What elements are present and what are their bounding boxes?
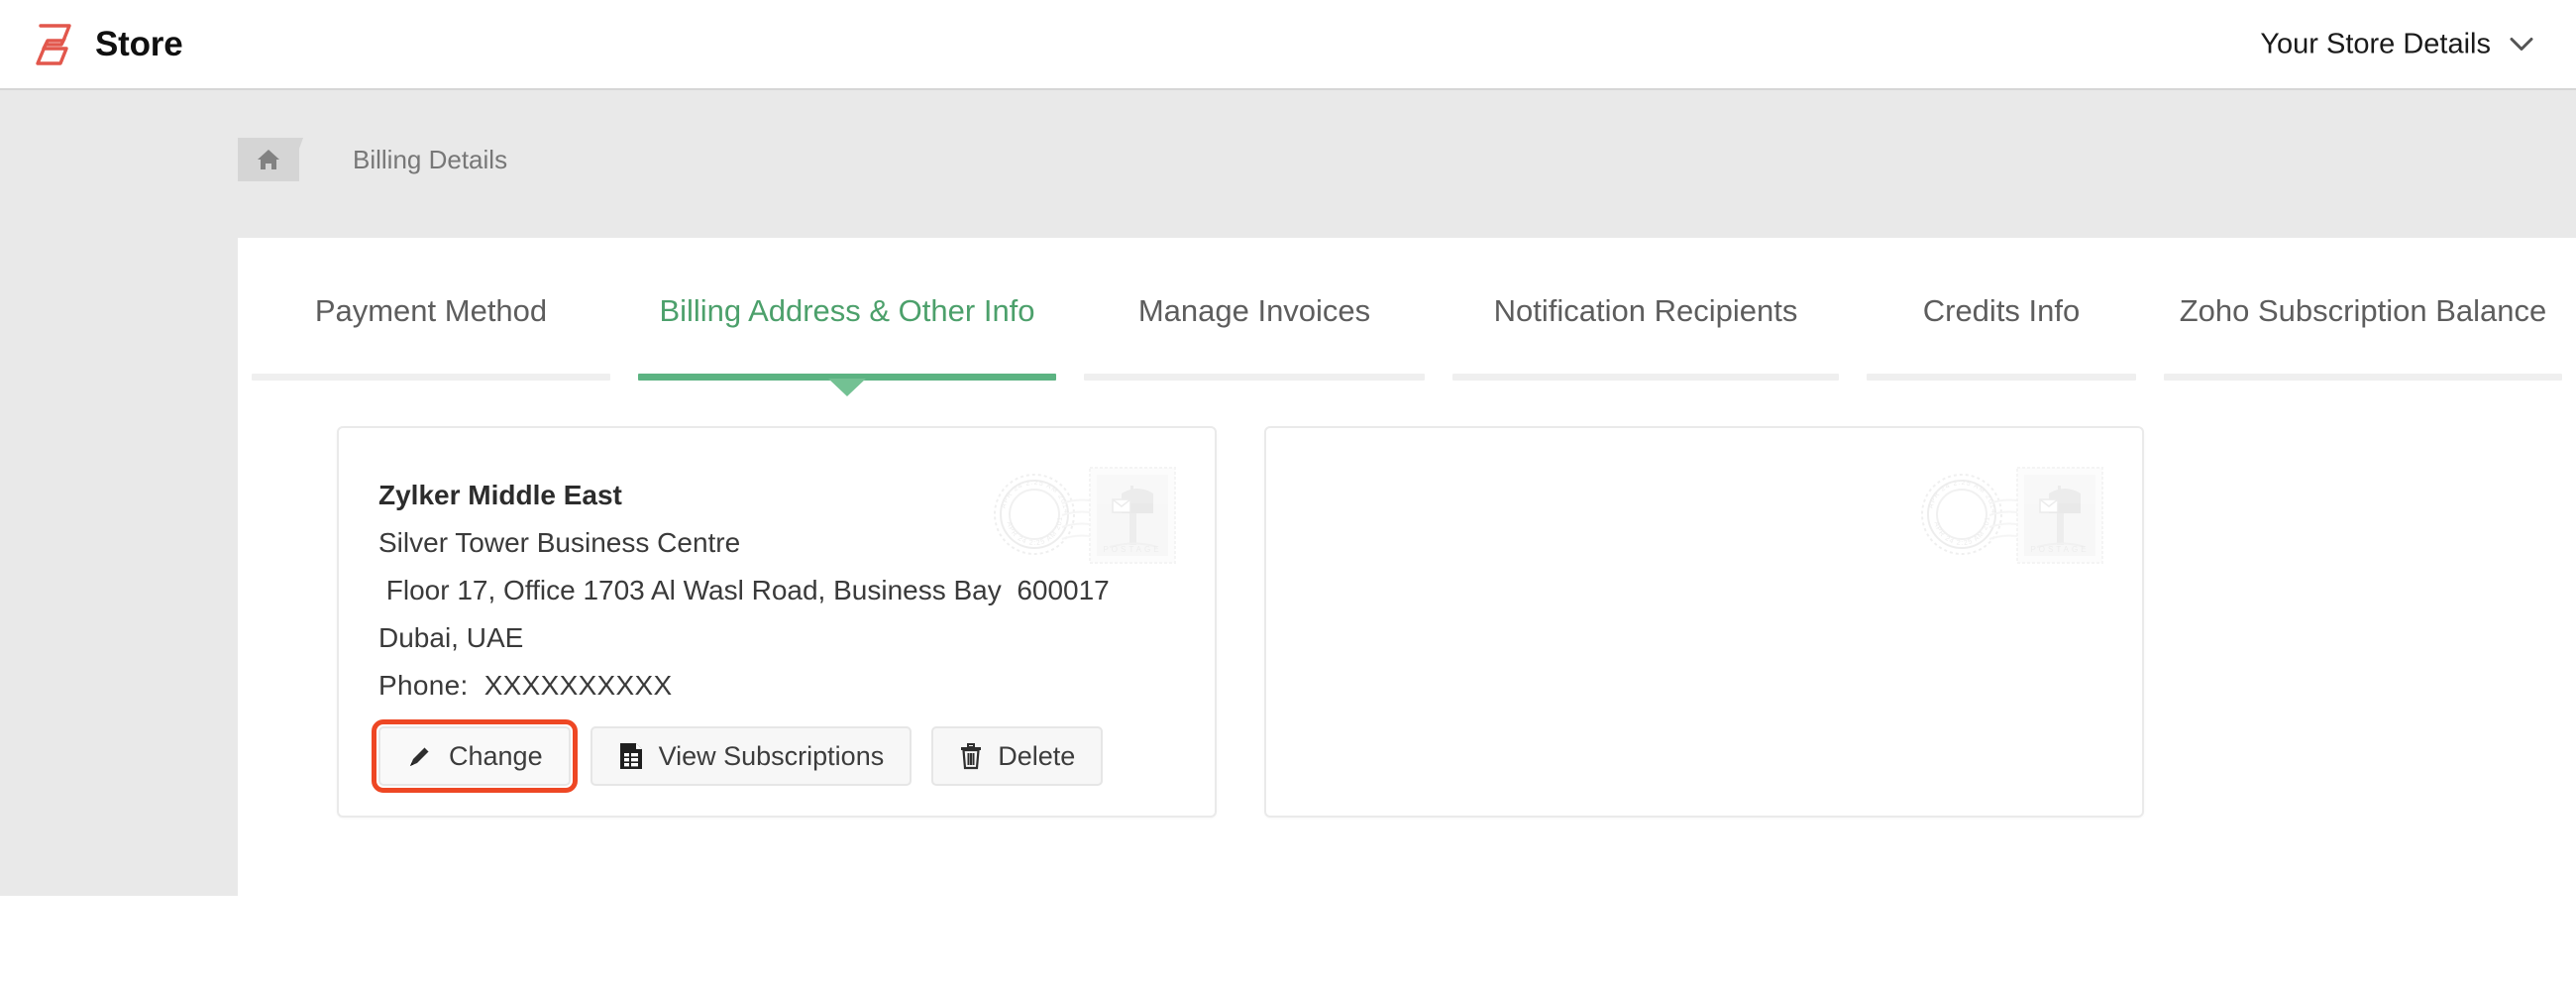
tab-billing-address-other-info[interactable]: Billing Address & Other Info xyxy=(624,285,1070,381)
address-line-1: Silver Tower Business Centre xyxy=(378,519,1215,567)
tab-label: Manage Invoices xyxy=(1070,293,1439,381)
home-icon xyxy=(256,148,281,171)
postmark-stamp-decoration: APR 24 2:25 AM 2014 APR 24 2:25 AM 2014 xyxy=(1910,460,2118,569)
page-body: Billing Details Payment Method Billing A… xyxy=(0,90,2576,896)
tab-credits-info[interactable]: Credits Info xyxy=(1853,285,2150,381)
address-card-body: Zylker Middle East Silver Tower Business… xyxy=(339,428,1215,710)
tab-active-arrow xyxy=(828,379,866,396)
invoice-document-icon xyxy=(618,742,644,770)
breadcrumb: Billing Details xyxy=(238,138,507,181)
breadcrumb-separator xyxy=(299,138,325,181)
tab-notification-recipients[interactable]: Notification Recipients xyxy=(1439,285,1853,381)
breadcrumb-current: Billing Details xyxy=(353,145,507,175)
tab-manage-invoices[interactable]: Manage Invoices xyxy=(1070,285,1439,381)
address-cards-area: Zylker Middle East Silver Tower Business… xyxy=(238,426,2576,842)
button-label: Change xyxy=(449,743,543,770)
tab-underline xyxy=(1867,374,2136,381)
svg-text:APR 24 2:25 AM 2014: APR 24 2:25 AM 2014 xyxy=(1910,460,1991,547)
address-phone: Phone: XXXXXXXXXX xyxy=(378,662,1215,710)
pencil-icon xyxy=(406,742,434,770)
trash-icon xyxy=(959,742,983,770)
address-card[interactable]: Zylker Middle East Silver Tower Business… xyxy=(337,426,1217,818)
tabs-row: Payment Method Billing Address & Other I… xyxy=(238,285,2576,381)
tab-payment-method[interactable]: Payment Method xyxy=(238,285,624,381)
tab-bar: Payment Method Billing Address & Other I… xyxy=(238,238,2576,401)
tab-underline xyxy=(252,374,610,381)
tab-label: Billing Address & Other Info xyxy=(624,293,1070,381)
button-label: Delete xyxy=(998,743,1075,770)
tab-label: Payment Method xyxy=(238,293,624,381)
address-line-3: Dubai, UAE xyxy=(378,614,1215,662)
breadcrumb-home-button[interactable] xyxy=(238,138,299,181)
address-company-name: Zylker Middle East xyxy=(378,472,1215,519)
tab-label: Credits Info xyxy=(1853,293,2150,381)
chevron-down-icon xyxy=(2509,37,2534,53)
brand-name: Store xyxy=(95,27,182,61)
address-card-actions: Change xyxy=(378,726,1103,786)
svg-text:APR 24 2:25 AM 2014: APR 24 2:25 AM 2014 xyxy=(1928,480,1996,514)
change-button[interactable]: Change xyxy=(378,726,571,786)
tab-underline xyxy=(1452,374,1839,381)
tab-label: Notification Recipients xyxy=(1439,293,1853,381)
tab-label: Zoho Subscription Balance xyxy=(2150,293,2576,381)
content-panel: Payment Method Billing Address & Other I… xyxy=(238,238,2576,986)
tab-zoho-subscription-balance[interactable]: Zoho Subscription Balance xyxy=(2150,285,2576,381)
store-details-menu[interactable]: Your Store Details xyxy=(2260,28,2534,60)
delete-button[interactable]: Delete xyxy=(931,726,1103,786)
view-subscriptions-button[interactable]: View Subscriptions xyxy=(590,726,912,786)
button-label: View Subscriptions xyxy=(659,743,885,770)
zoho-z-logo-icon xyxy=(34,21,77,68)
brand[interactable]: Store xyxy=(34,21,182,68)
store-details-label: Your Store Details xyxy=(2260,28,2491,60)
address-card-empty[interactable]: APR 24 2:25 AM 2014 APR 24 2:25 AM 2014 xyxy=(1264,426,2144,818)
app-header: Store Your Store Details xyxy=(0,0,2576,90)
address-line-2: Floor 17, Office 1703 Al Wasl Road, Busi… xyxy=(378,567,1215,614)
tab-underline xyxy=(2164,374,2562,381)
svg-text:POSTAGE: POSTAGE xyxy=(2030,545,2089,554)
tab-underline xyxy=(1084,374,1425,381)
